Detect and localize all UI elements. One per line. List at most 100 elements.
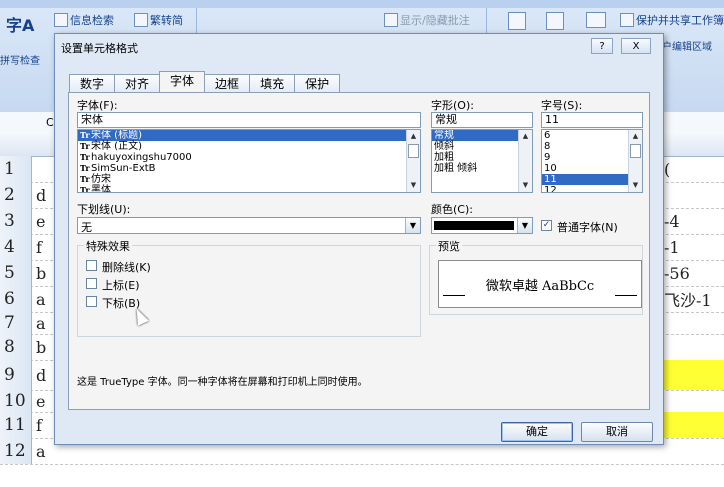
tab-protection[interactable]: 保护 bbox=[294, 74, 341, 92]
font-list-item[interactable]: TrSimSun-ExtB bbox=[78, 163, 420, 174]
size-list-item[interactable]: 9 bbox=[542, 152, 642, 163]
scroll-up-icon[interactable]: ▲ bbox=[630, 131, 641, 142]
font-listbox[interactable]: Tr宋体 (标题) Tr宋体 (正文) Trhakuyoxingshu7000 … bbox=[77, 129, 421, 193]
row-number[interactable]: 2 bbox=[0, 182, 32, 208]
protect-share-label: 保护并共享工作簿 bbox=[636, 14, 724, 27]
font-style-input[interactable]: 常规 bbox=[431, 112, 533, 128]
row-number[interactable]: 6 bbox=[0, 286, 32, 312]
size-list-scrollbar[interactable]: ▲ ▼ bbox=[628, 130, 642, 192]
tab-font[interactable]: 字体 bbox=[159, 71, 206, 92]
cell-value[interactable]: e bbox=[36, 208, 45, 234]
style-list-item[interactable]: 加粗 倾斜 bbox=[432, 163, 532, 174]
cell-value[interactable]: f bbox=[36, 234, 42, 260]
scroll-down-icon[interactable]: ▼ bbox=[630, 180, 641, 191]
ok-button[interactable]: 确定 bbox=[501, 422, 573, 442]
truetype-icon: Tr bbox=[80, 185, 90, 193]
size-list-item[interactable]: 12 bbox=[542, 185, 642, 192]
size-list-item[interactable]: 8 bbox=[542, 141, 642, 152]
font-style-listbox[interactable]: 常规 倾斜 加粗 加粗 倾斜 ▲ ▼ bbox=[431, 129, 533, 193]
cell-value[interactable]: e bbox=[36, 390, 45, 412]
row-number[interactable]: 5 bbox=[0, 260, 32, 286]
subscript-checkbox[interactable] bbox=[86, 296, 97, 307]
scroll-thumb[interactable] bbox=[408, 144, 419, 158]
row-number[interactable]: 3 bbox=[0, 208, 32, 234]
cell-value[interactable]: ( bbox=[664, 156, 670, 182]
size-list-item[interactable]: 6 bbox=[542, 130, 642, 141]
style-list-item[interactable]: 加粗 bbox=[432, 152, 532, 163]
row-number[interactable]: 10 bbox=[0, 390, 32, 412]
book-icon bbox=[54, 13, 68, 27]
size-list-item[interactable]: 10 bbox=[542, 163, 642, 174]
superscript-checkbox[interactable] bbox=[86, 278, 97, 289]
style-list-item[interactable]: 常规 bbox=[432, 130, 518, 141]
cell-value[interactable]: 飞沙-1 bbox=[664, 286, 712, 312]
font-list-item[interactable]: Tr宋体 (标题) bbox=[78, 130, 420, 141]
protect-workbook-button[interactable] bbox=[546, 12, 566, 30]
cell-value[interactable]: -4 bbox=[664, 208, 680, 234]
preview-group-title: 预览 bbox=[436, 238, 462, 254]
spell-check-button[interactable]: 拼写检查 bbox=[0, 52, 40, 67]
cancel-button[interactable]: 取消 bbox=[581, 422, 653, 442]
color-select[interactable]: ▼ bbox=[431, 217, 533, 234]
cell-value[interactable]: b bbox=[36, 334, 46, 360]
effects-group-title: 特殊效果 bbox=[84, 238, 132, 254]
cell-value[interactable]: a bbox=[36, 286, 46, 312]
spell-check-icon[interactable]: 字A bbox=[6, 12, 34, 36]
row-number[interactable]: 11 bbox=[0, 412, 32, 438]
font-list-item[interactable]: Tr仿宋 bbox=[78, 174, 420, 185]
row-number[interactable]: 1 bbox=[0, 156, 32, 182]
tab-number[interactable]: 数字 bbox=[69, 74, 116, 92]
superscript-label: 上标(E) bbox=[102, 279, 140, 292]
style-list-scrollbar[interactable]: ▲ ▼ bbox=[518, 130, 532, 192]
underline-select[interactable]: 无 ▼ bbox=[77, 217, 421, 234]
chevron-down-icon[interactable]: ▼ bbox=[517, 218, 532, 233]
trad-convert-label: 繁转简 bbox=[150, 14, 183, 27]
format-cells-dialog: 设置单元格格式 ? X 数字 对齐 字体 边框 填充 保护 字体(F): 宋体 … bbox=[54, 33, 664, 445]
truetype-icon: Tr bbox=[80, 174, 90, 184]
cell-value[interactable]: d bbox=[36, 360, 46, 390]
cell-value[interactable]: -1 bbox=[664, 234, 680, 260]
close-button[interactable]: X bbox=[621, 38, 651, 54]
share-workbook-button[interactable] bbox=[586, 12, 608, 28]
normal-font-checkbox[interactable]: ✓ bbox=[541, 220, 552, 231]
font-list-scrollbar[interactable]: ▲ ▼ bbox=[406, 130, 420, 192]
size-list-item[interactable]: 11 bbox=[542, 174, 628, 185]
row-number[interactable]: 4 bbox=[0, 234, 32, 260]
font-input[interactable]: 宋体 bbox=[77, 112, 421, 128]
strikethrough-checkbox[interactable] bbox=[86, 260, 97, 271]
tab-border[interactable]: 边框 bbox=[204, 74, 251, 92]
protect-sheet-button[interactable] bbox=[508, 12, 528, 30]
font-list-item[interactable]: Tr宋体 (正文) bbox=[78, 141, 420, 152]
font-list-item[interactable]: Trhakuyoxingshu7000 bbox=[78, 152, 420, 163]
info-search-button[interactable]: 信息检索 bbox=[54, 12, 114, 28]
tab-alignment[interactable]: 对齐 bbox=[114, 74, 161, 92]
font-list-item[interactable]: Tr黑体 bbox=[78, 185, 420, 193]
cell-value[interactable]: a bbox=[36, 438, 46, 464]
cell-value[interactable]: d bbox=[36, 182, 46, 208]
scroll-down-icon[interactable]: ▼ bbox=[408, 180, 419, 191]
row-number[interactable]: 7 bbox=[0, 312, 32, 334]
name-box[interactable]: C bbox=[46, 116, 54, 129]
font-size-listbox[interactable]: 6 8 9 10 11 12 ▲ ▼ bbox=[541, 129, 643, 193]
normal-font-label: 普通字体(N) bbox=[557, 221, 618, 234]
font-size-input[interactable]: 11 bbox=[541, 112, 643, 128]
row-number[interactable]: 12 bbox=[0, 438, 32, 464]
scroll-up-icon[interactable]: ▲ bbox=[408, 131, 419, 142]
scroll-up-icon[interactable]: ▲ bbox=[520, 131, 531, 142]
row-number[interactable]: 8 bbox=[0, 334, 32, 360]
cell-value[interactable]: b bbox=[36, 260, 46, 286]
chevron-down-icon[interactable]: ▼ bbox=[405, 218, 420, 233]
scroll-down-icon[interactable]: ▼ bbox=[520, 180, 531, 191]
preview-baseline bbox=[443, 295, 465, 296]
cell-value[interactable]: a bbox=[36, 312, 46, 334]
scroll-thumb[interactable] bbox=[630, 144, 641, 158]
cell-value[interactable]: -56 bbox=[664, 260, 690, 286]
style-list-item[interactable]: 倾斜 bbox=[432, 141, 532, 152]
tab-fill[interactable]: 填充 bbox=[249, 74, 296, 92]
show-hide-comments-button[interactable]: 显示/隐藏批注 bbox=[384, 12, 470, 28]
trad-convert-button[interactable]: 繁转简 bbox=[134, 12, 183, 28]
cell-value[interactable]: f bbox=[36, 412, 42, 438]
help-button[interactable]: ? bbox=[591, 38, 613, 54]
protect-share-button[interactable]: 保护并共享工作簿 bbox=[620, 12, 724, 28]
row-number[interactable]: 9 bbox=[0, 360, 32, 390]
